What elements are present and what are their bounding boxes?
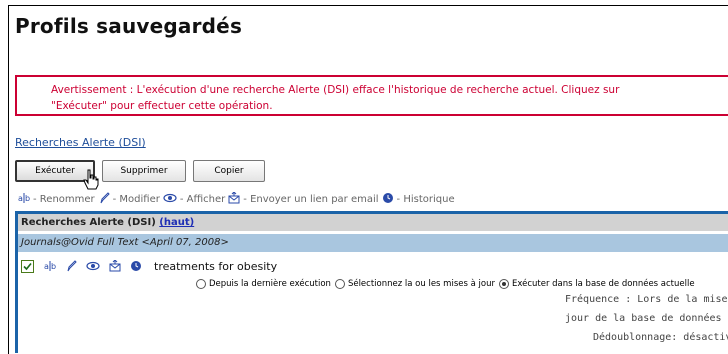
alerts-panel: Recherches Alerte (DSI) (haut) Journals@…	[15, 211, 728, 353]
radio-since-last-run-label: Depuis la dernière exécution	[209, 279, 331, 289]
eye-icon[interactable]	[86, 261, 100, 271]
frequency-line-2: jour de la base de données	[565, 313, 722, 324]
item-checkbox[interactable]	[21, 259, 34, 273]
email-icon[interactable]	[109, 260, 121, 272]
warning-line-2: "Exécuter" pour effectuer cette opératio…	[51, 100, 273, 112]
legend-history: - Historique	[396, 194, 455, 205]
radio-select-updates-label: Sélectionnez la ou les mises à jour	[347, 279, 495, 289]
hand-cursor-icon	[83, 169, 99, 190]
warning-box: Avertissement : L'exécution d'une recher…	[15, 75, 728, 116]
history-clock-icon	[382, 192, 394, 207]
svg-text:b: b	[25, 194, 30, 203]
history-clock-icon[interactable]	[130, 260, 142, 272]
alerts-link[interactable]: Recherches Alerte (DSI)	[15, 136, 146, 149]
copy-button[interactable]: Copier	[193, 160, 265, 182]
radio-current-database-label: Exécuter dans la base de données actuell…	[511, 279, 695, 289]
svg-text:a: a	[18, 194, 23, 203]
warning-line-1: Avertissement : L'exécution d'une recher…	[51, 84, 620, 96]
legend-view: - Afficher	[179, 194, 226, 205]
eye-icon	[163, 193, 177, 206]
icon-legend: ab - Renommer - Modifier - Afficher - En…	[15, 191, 455, 207]
legend-rename: - Renommer	[33, 194, 95, 205]
legend-email: - Envoyer un lien par email	[243, 194, 379, 205]
delete-button[interactable]: Supprimer	[102, 160, 186, 182]
top-link[interactable]: (haut)	[159, 217, 194, 228]
dedup-status: Dédoublonnage: désactivé	[593, 332, 728, 343]
alert-title: treatments for obesity	[154, 259, 278, 273]
radio-since-last-run[interactable]	[196, 279, 206, 289]
panel-header-title: Recherches Alerte (DSI)	[21, 217, 156, 228]
edit-pencil-icon[interactable]	[65, 260, 77, 272]
radio-current-database[interactable]	[498, 279, 509, 289]
radio-select-updates[interactable]	[334, 279, 345, 289]
svg-text:a: a	[44, 262, 49, 271]
panel-header: Recherches Alerte (DSI) (haut)	[18, 214, 728, 231]
edit-pencil-icon	[98, 192, 110, 207]
alert-item-row: ab treatments for obesity	[21, 258, 277, 274]
legend-modify: - Modifier	[112, 194, 160, 205]
database-row: Journals@Ovid Full Text <April 07, 2008>	[18, 234, 728, 252]
rename-icon[interactable]: ab	[44, 260, 56, 272]
rename-icon: ab	[18, 192, 30, 207]
email-icon	[228, 191, 240, 207]
page-title: Profils sauvegardés	[15, 14, 243, 38]
frequency-line-1: Fréquence : Lors de la mise à	[565, 294, 728, 305]
svg-text:b: b	[51, 262, 56, 271]
run-options: Depuis la dernière exécution Sélectionne…	[196, 279, 699, 289]
